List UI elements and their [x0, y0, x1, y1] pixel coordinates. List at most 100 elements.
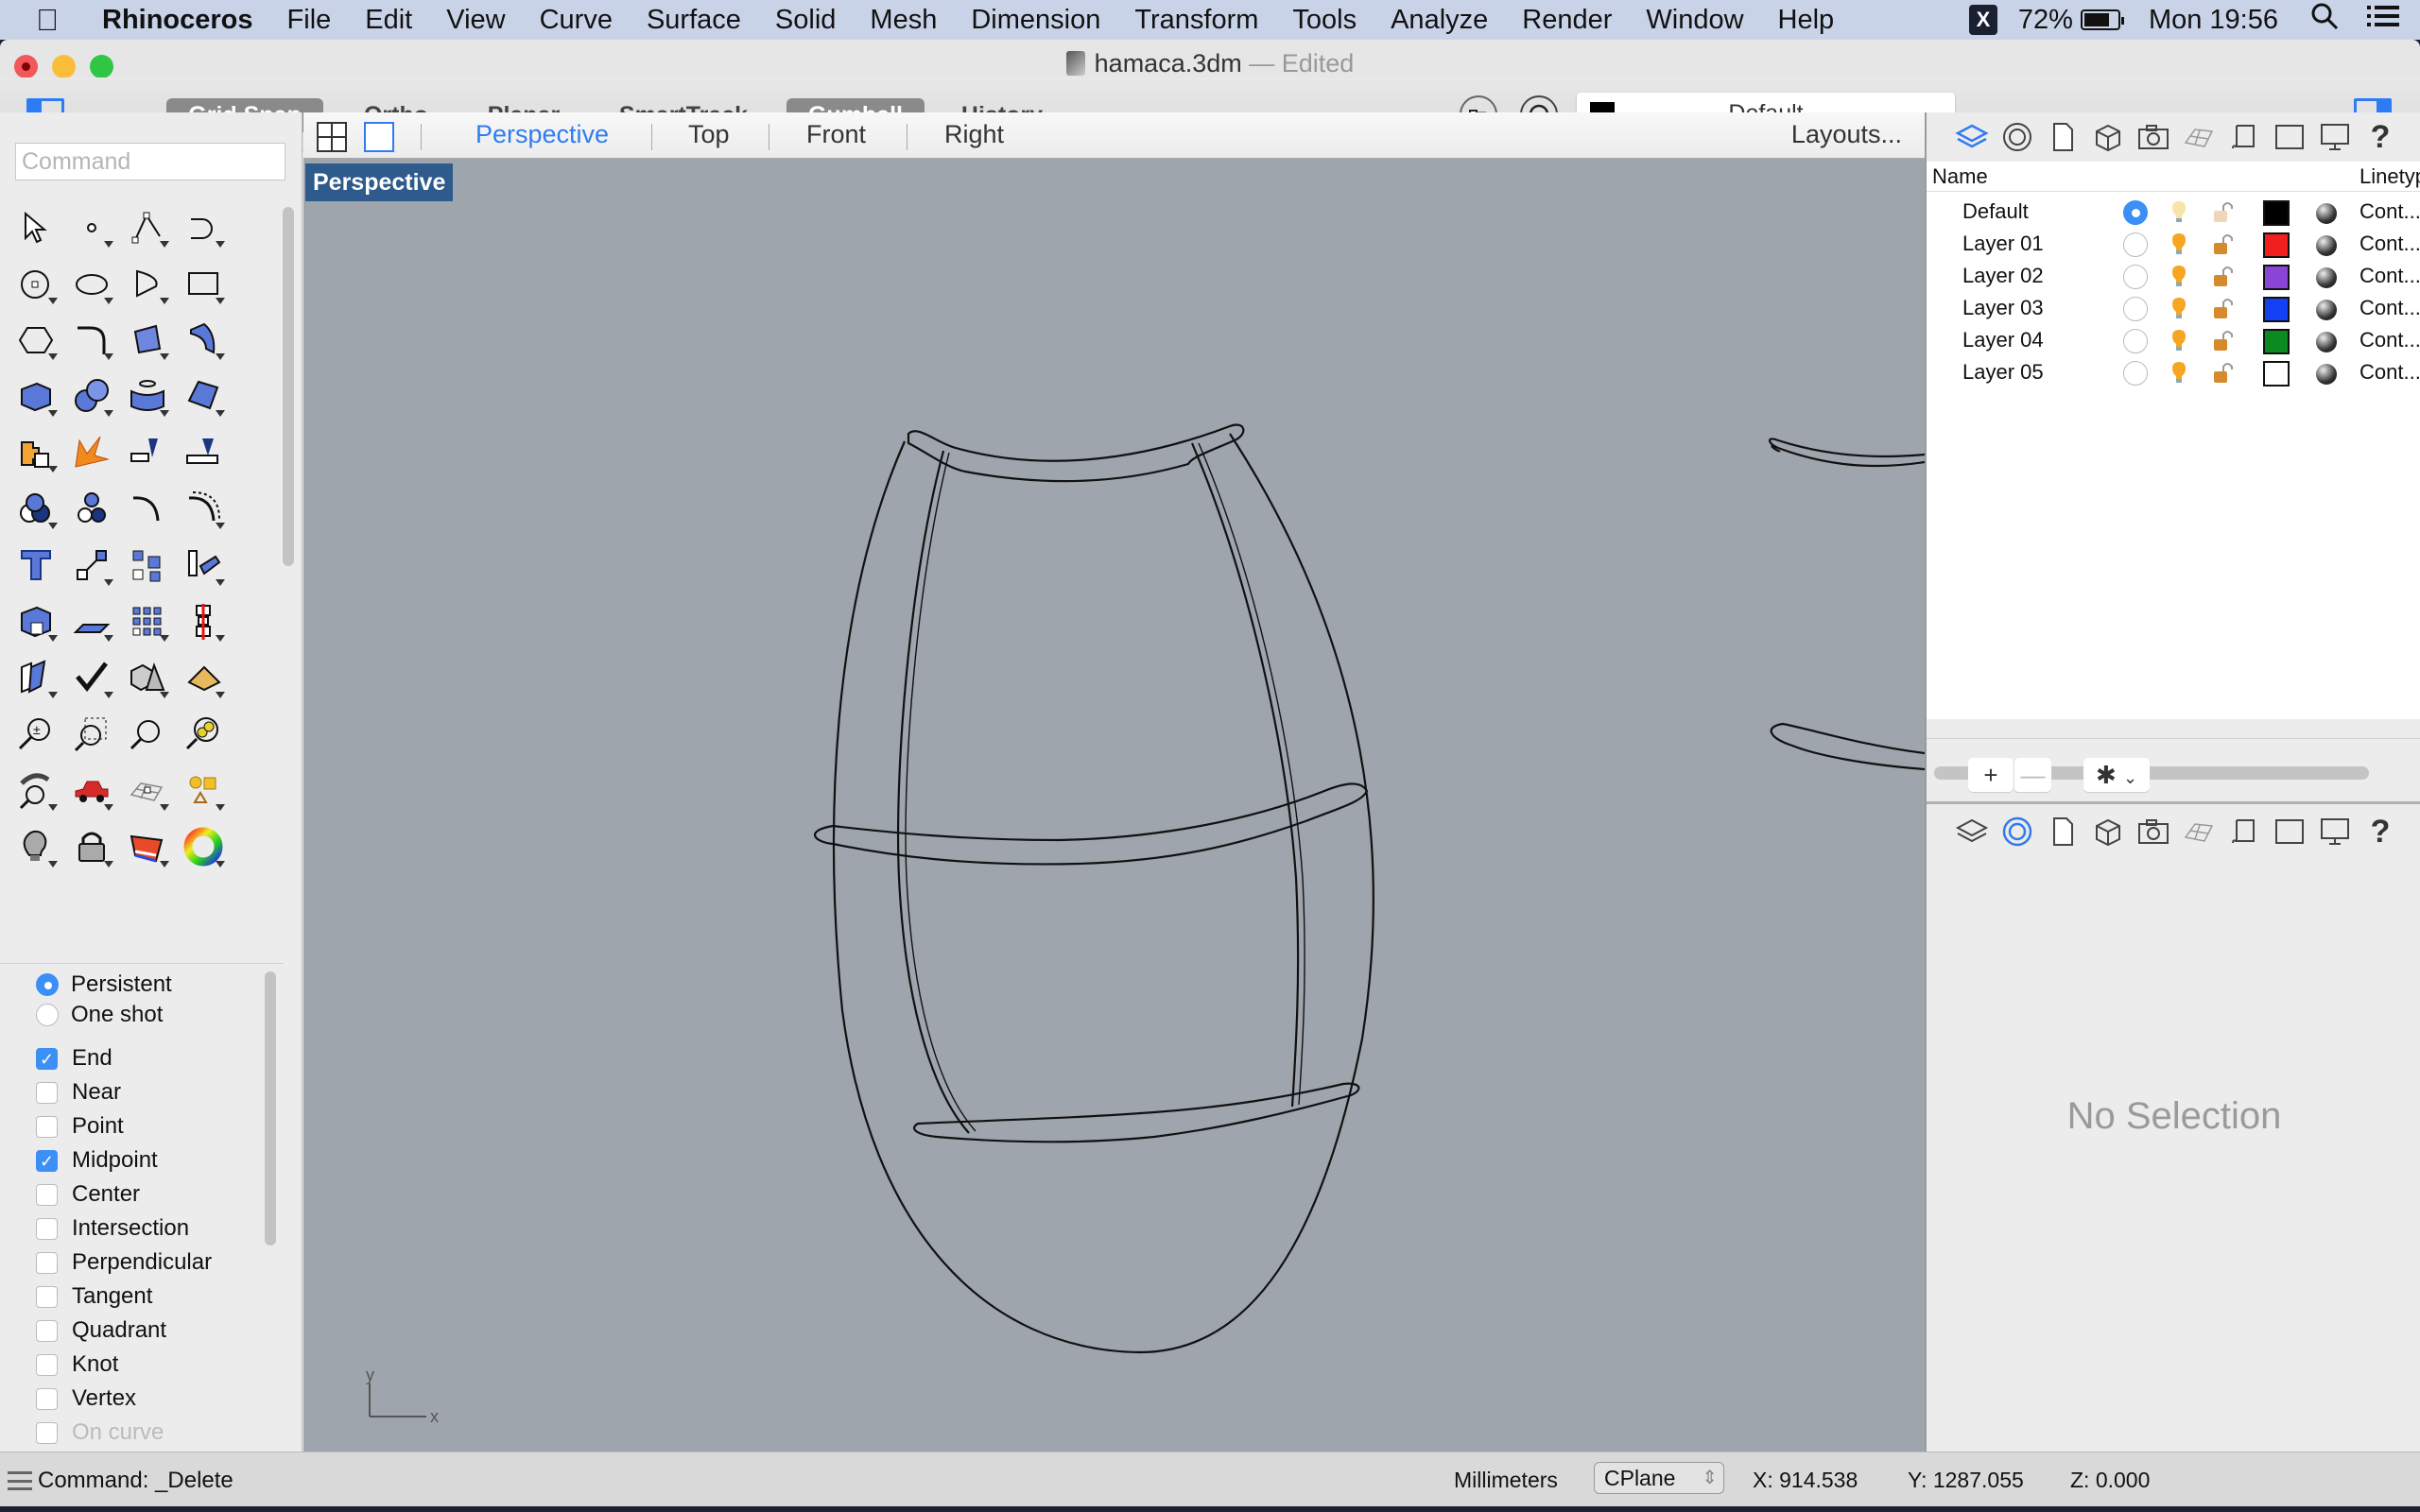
battery-icon[interactable] — [2080, 9, 2124, 30]
add-layer-button[interactable]: + — [1968, 758, 2014, 792]
current-layer-radio[interactable] — [2123, 361, 2148, 386]
menu-window[interactable]: Window — [1646, 5, 1743, 36]
object-box-icon[interactable] — [2085, 118, 2131, 156]
tool-extrude-surface-button[interactable] — [175, 312, 231, 368]
tool-scale-button[interactable] — [63, 538, 119, 593]
column-linetype[interactable]: Linetype — [2360, 162, 2420, 192]
layer-options-gear-button[interactable]: ✱ ⌄ — [2083, 758, 2150, 792]
menu-surface[interactable]: Surface — [647, 5, 741, 36]
remove-layer-button[interactable]: — — [2014, 758, 2051, 792]
tool-boolean-union-button[interactable] — [8, 481, 63, 537]
tool-trim-button[interactable] — [119, 424, 175, 480]
current-layer-radio[interactable] — [2123, 200, 2148, 225]
layer-row[interactable]: Layer 02 Cont... — [1927, 260, 2420, 292]
tool-rotate-3d-button[interactable] — [175, 538, 231, 593]
material-sphere-icon[interactable] — [2316, 364, 2337, 385]
camera-icon[interactable] — [2131, 813, 2176, 850]
tool-zoom-selected-button[interactable] — [175, 706, 231, 762]
tool-twist-button[interactable] — [8, 650, 63, 706]
tab-front[interactable]: Front — [806, 120, 866, 149]
menu-render[interactable]: Render — [1522, 5, 1612, 36]
menu-app-name[interactable]: Rhinoceros — [102, 5, 253, 36]
osnap-knot[interactable]: Knot — [36, 1349, 118, 1380]
apple-icon[interactable]:  — [36, 3, 74, 38]
current-layer-radio[interactable] — [2123, 297, 2148, 321]
current-layer-radio[interactable] — [2123, 329, 2148, 353]
tool-cplane-grid-button[interactable] — [119, 763, 175, 818]
tool-zoom-extents-button[interactable] — [119, 706, 175, 762]
menu-analyze[interactable]: Analyze — [1391, 5, 1488, 36]
tab-top[interactable]: Top — [688, 120, 730, 149]
osnap-quadrant[interactable]: Quadrant — [36, 1315, 166, 1346]
tool-point-button[interactable] — [63, 199, 119, 255]
menu-solid[interactable]: Solid — [775, 5, 837, 36]
layer-name[interactable]: Layer 01 — [1962, 228, 2044, 260]
tool-box-button[interactable] — [8, 369, 63, 424]
tool-ellipse-button[interactable] — [63, 256, 119, 312]
material-sphere-icon[interactable] — [2316, 235, 2337, 256]
tool-palette-scrollbar[interactable] — [283, 207, 294, 566]
four-viewports-icon[interactable] — [317, 122, 347, 157]
tool-car-render-button[interactable] — [63, 763, 119, 818]
tool-zoom-window-button[interactable] — [63, 706, 119, 762]
single-viewport-icon[interactable] — [364, 122, 394, 157]
tool-light-button[interactable] — [8, 819, 63, 875]
tool-explode-button[interactable] — [63, 424, 119, 480]
osnap-point[interactable]: Point — [36, 1111, 124, 1142]
spotlight-search-icon[interactable] — [2310, 2, 2339, 38]
tool-array-button[interactable] — [119, 538, 175, 593]
material-sphere-icon[interactable] — [2316, 267, 2337, 288]
osnap-mode-persistent[interactable]: Persistent — [36, 970, 172, 1000]
document-properties-icon[interactable] — [2040, 813, 2085, 850]
menu-file[interactable]: File — [287, 5, 332, 36]
osnap-vertex[interactable]: Vertex — [36, 1383, 136, 1414]
osnap-tangent[interactable]: Tangent — [36, 1281, 152, 1312]
layer-linetype[interactable]: Cont... — [2360, 228, 2420, 260]
material-sphere-icon[interactable] — [2316, 203, 2337, 224]
tool-shapes-button[interactable] — [175, 763, 231, 818]
command-history-icon[interactable] — [8, 1471, 32, 1490]
tool-polyline-button[interactable] — [119, 199, 175, 255]
visibility-bulb-icon[interactable] — [2169, 200, 2189, 223]
checkbox[interactable] — [36, 1251, 58, 1274]
checkbox[interactable] — [36, 1081, 58, 1104]
tool-select-arrow-button[interactable] — [8, 199, 63, 255]
layer-name[interactable]: Layer 03 — [1962, 292, 2044, 324]
help-icon[interactable]: ? — [2358, 118, 2403, 156]
tool-layers-material-button[interactable] — [119, 819, 175, 875]
tool-solid-edit-button[interactable] — [8, 593, 63, 649]
tool-text-button[interactable] — [8, 538, 63, 593]
app-status-icon[interactable]: X — [1968, 5, 1997, 35]
visibility-bulb-icon[interactable] — [2169, 329, 2189, 352]
layer-row[interactable]: Default Cont... — [1927, 196, 2420, 228]
radio-persistent[interactable] — [36, 973, 59, 996]
grid-icon[interactable] — [2176, 118, 2221, 156]
layouts-button[interactable]: Layouts... — [1791, 120, 1902, 149]
tool-lock-button[interactable] — [63, 819, 119, 875]
checkbox[interactable] — [36, 1115, 58, 1138]
tool-offset-dashed-button[interactable] — [175, 481, 231, 537]
material-sphere-icon[interactable] — [2316, 300, 2337, 320]
tool-curve-button[interactable] — [175, 199, 231, 255]
tool-polygon-button[interactable] — [8, 312, 63, 368]
clock[interactable]: Mon 19:56 — [2149, 5, 2278, 36]
layer-row[interactable]: Layer 04 Cont... — [1927, 324, 2420, 356]
checkbox[interactable] — [36, 1353, 58, 1376]
menu-help[interactable]: Help — [1778, 5, 1835, 36]
tool-loft-button[interactable] — [175, 369, 231, 424]
tool-extrude-planar-button[interactable] — [63, 593, 119, 649]
camera-icon[interactable] — [2131, 118, 2176, 156]
tool-color-wheel-button[interactable] — [175, 819, 231, 875]
display-monitor-icon[interactable] — [2312, 813, 2358, 850]
osnap-near[interactable]: Near — [36, 1077, 121, 1108]
tool-sphere-button[interactable] — [63, 369, 119, 424]
menu-mesh[interactable]: Mesh — [870, 5, 937, 36]
unlocked-icon[interactable] — [2212, 265, 2235, 287]
unlocked-icon[interactable] — [2212, 361, 2235, 384]
notification-center-icon[interactable] — [2367, 4, 2399, 36]
tool-check-button[interactable] — [63, 650, 119, 706]
layer-color-swatch[interactable] — [2263, 297, 2290, 322]
notes-scroll-icon[interactable] — [2221, 118, 2267, 156]
layer-name[interactable]: Default — [1962, 196, 2029, 228]
tool-arc-button[interactable] — [119, 256, 175, 312]
